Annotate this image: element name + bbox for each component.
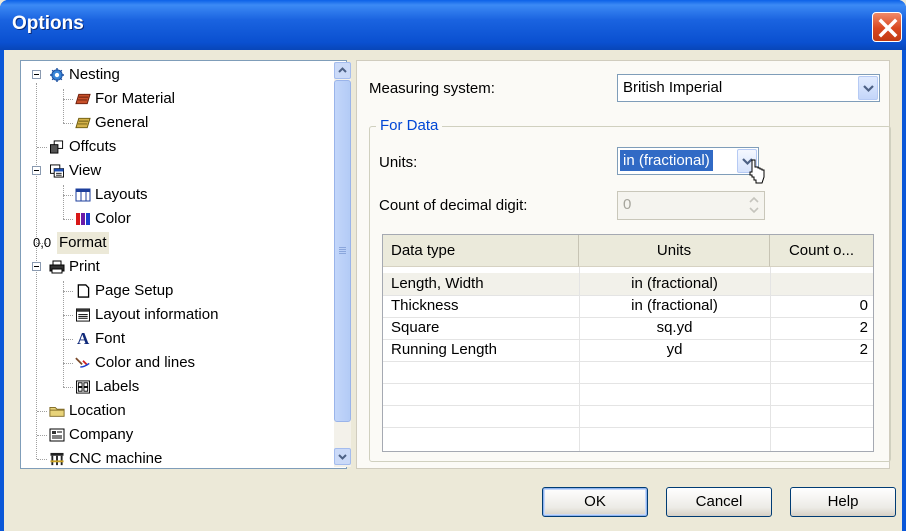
for-data-group-title: For Data [376,117,443,134]
tree-item-location[interactable]: Location [21,400,331,422]
color-icon [76,213,90,225]
cnc-machine-icon [50,452,64,466]
tree-item-label: Print [69,258,100,275]
tree-item-label: Company [69,426,134,443]
column-header-count[interactable]: Count o... [770,235,873,267]
collapse-toggle[interactable] [32,70,41,79]
table-cell-units[interactable]: yd [579,339,770,361]
decimal-count-value: 0 [623,196,632,213]
table-cell-data-type[interactable]: Thickness [391,295,459,317]
folder-icon [49,407,65,417]
data-type-table[interactable]: Data type Units Count o... Length, Width… [382,234,874,452]
offcuts-icon [49,140,64,154]
tree-item-page-setup[interactable]: Page Setup [21,280,331,302]
tree-item-general[interactable]: General [21,112,331,134]
collapse-toggle[interactable] [32,262,41,271]
tree-item-layout-information[interactable]: Layout information [21,304,331,326]
table-cell-data-type[interactable]: Square [391,317,439,339]
scroll-down-button[interactable] [334,448,351,465]
tree-item-label: View [69,162,102,179]
table-cell-count[interactable]: 0 [770,295,868,317]
tree-item-print[interactable]: Print [21,256,331,278]
tree-item-label: Offcuts [69,138,117,155]
layouts-icon [75,188,91,202]
measuring-system-select[interactable]: British Imperial [617,74,880,102]
units-value: in (fractional) [620,150,713,171]
table-cell-units[interactable]: in (fractional) [579,295,770,317]
general-icon [75,117,91,129]
tree-item-company[interactable]: Company [21,424,331,446]
format-icon: 0,0 [33,235,52,250]
window-title: Options [12,13,84,34]
tree-item-nesting[interactable]: Nesting [21,64,331,86]
tree-item-format[interactable]: 0,0 Format [21,232,331,254]
table-cell-count[interactable]: 2 [770,317,868,339]
units-select[interactable]: in (fractional) [617,147,759,175]
table-cell-count[interactable] [770,273,868,295]
page-setup-icon [77,284,90,298]
tree-item-for-material[interactable]: For Material [21,88,331,110]
ok-button[interactable]: OK [542,487,648,517]
tree-item-color[interactable]: Color [21,208,331,230]
close-icon [878,18,898,38]
tree-item-label: Page Setup [95,282,174,299]
tree-item-label: CNC machine [69,450,163,467]
tree-item-label: Format [57,232,109,254]
scroll-thumb[interactable] [334,80,351,422]
company-icon [49,428,65,442]
tree-item-label: Location [69,402,126,419]
measuring-system-dropdown-button[interactable] [858,76,878,100]
tree-item-label: Layouts [95,186,148,203]
tree-item-view[interactable]: View [21,160,331,182]
measuring-system-label: Measuring system: [369,80,495,97]
cancel-button[interactable]: Cancel [666,487,772,517]
close-button[interactable] [872,12,902,42]
table-cell-units[interactable]: sq.yd [579,317,770,339]
labels-icon [76,380,90,394]
chevron-up-icon [338,67,347,73]
tree-item-label: Labels [95,378,140,395]
printer-icon [49,260,65,274]
help-button[interactable]: Help [790,487,896,517]
scroll-up-button[interactable] [334,62,351,79]
table-cell-units[interactable]: in (fractional) [579,273,770,295]
decimal-count-spinner[interactable]: 0 [617,191,765,220]
table-cell-data-type[interactable]: Running Length [391,339,497,361]
decimal-count-label: Count of decimal digit: [379,197,528,214]
layout-information-icon [76,308,90,322]
tree-item-label: Color [95,210,131,227]
tree-item-color-and-lines[interactable]: Color and lines [21,352,331,374]
table-cell-data-type[interactable]: Length, Width [391,273,484,295]
tree-item-label: Nesting [69,66,120,83]
units-label: Units: [379,154,418,171]
tree-item-cnc-machine[interactable]: CNC machine [21,448,331,470]
nesting-gear-icon [50,68,64,82]
tree-item-layouts[interactable]: Layouts [21,184,331,206]
title-bar[interactable]: Options [0,0,906,50]
font-icon: A [77,329,90,348]
collapse-toggle[interactable] [32,166,41,175]
measuring-system-value: British Imperial [623,79,723,96]
tree-scrollbar[interactable] [334,62,351,467]
view-icon [50,164,64,178]
tree-item-font[interactable]: A Font [21,328,331,350]
tree-item-labels[interactable]: Labels [21,376,331,398]
tree-item-label: Layout information [95,306,219,323]
column-header-units[interactable]: Units [579,235,770,267]
color-lines-icon [75,357,90,368]
tree-item-label: Color and lines [95,354,196,371]
tree-item-label: General [95,114,149,131]
tree-item-label: Font [95,330,126,347]
chevron-down-icon [338,454,347,460]
mouse-cursor-icon [749,159,765,184]
tree-item-offcuts[interactable]: Offcuts [21,136,331,158]
column-header-data-type[interactable]: Data type [383,235,579,267]
table-cell-count[interactable]: 2 [770,339,868,361]
options-tree[interactable]: Nesting For Material General Offcuts Vie… [20,60,351,470]
tree-item-label: For Material [95,90,176,107]
material-icon [75,93,91,105]
spinner-up-down-icon [749,196,759,214]
chevron-down-icon [863,85,874,93]
